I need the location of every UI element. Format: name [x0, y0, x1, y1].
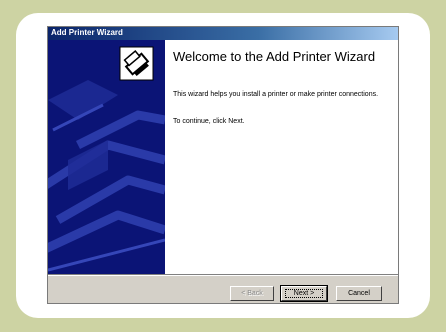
next-button[interactable]: Next > — [280, 285, 328, 302]
wizard-content: Welcome to the Add Printer Wizard This w… — [165, 40, 398, 274]
printer-icon — [119, 46, 154, 81]
back-button[interactable]: < Back — [230, 286, 274, 301]
wizard-instruction: To continue, click Next. — [173, 118, 245, 125]
wizard-window: Add Printer Wizard Welcome to the Add Pr… — [47, 26, 399, 304]
cancel-button[interactable]: Cancel — [336, 286, 382, 301]
focus-rectangle — [285, 289, 323, 298]
wizard-sidebar — [48, 40, 165, 274]
footer-separator — [48, 274, 398, 276]
title-bar[interactable]: Add Printer Wizard — [48, 27, 398, 40]
page-title: Welcome to the Add Printer Wizard — [173, 49, 376, 64]
window-title: Add Printer Wizard — [51, 28, 123, 37]
wizard-description: This wizard helps you install a printer … — [173, 91, 379, 98]
